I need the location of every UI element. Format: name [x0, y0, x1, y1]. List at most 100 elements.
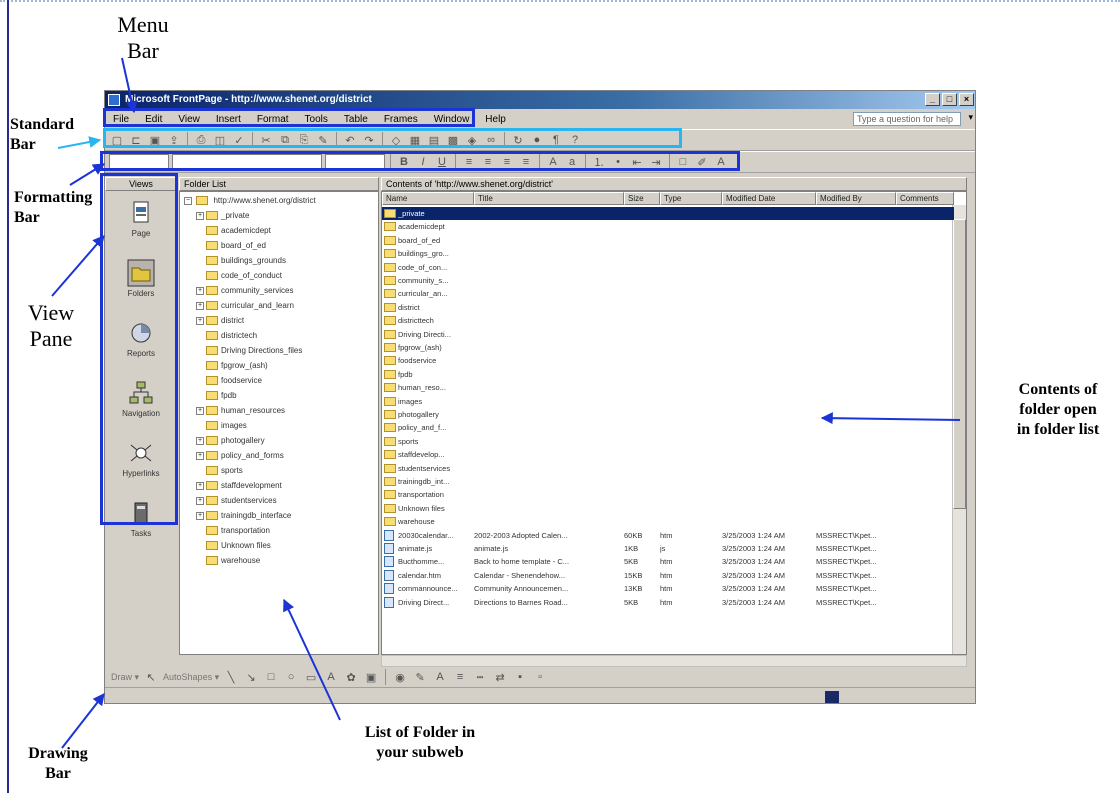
- contents-file-row[interactable]: Driving Direct... Directions to Barnes Ro…: [382, 596, 954, 609]
- folder-tree-item[interactable]: + community_services: [196, 284, 293, 298]
- fill-color-icon[interactable]: ◉: [392, 669, 408, 685]
- contents-file-row[interactable]: calendar.htm Calendar - Shenendehow... 15K…: [382, 569, 954, 582]
- contents-folder-row[interactable]: Unknown files: [382, 502, 954, 515]
- folder-tree-item[interactable]: Driving Directions_files: [196, 344, 302, 358]
- textbox-icon[interactable]: ▭: [303, 669, 319, 685]
- scrollbar-thumb[interactable]: [953, 219, 966, 509]
- expand-icon[interactable]: +: [196, 301, 204, 310]
- ask-question-input[interactable]: Type a question for help: [853, 112, 961, 126]
- contents-folder-row[interactable]: policy_and_f...: [382, 421, 954, 434]
- folder-tree-item[interactable]: + human_resources: [196, 404, 285, 418]
- contents-file-row[interactable]: commannounce... Community Announcemen... 1…: [382, 582, 954, 595]
- contents-vertical-scrollbar[interactable]: [952, 205, 966, 654]
- contents-folder-row[interactable]: photogallery: [382, 408, 954, 421]
- folder-tree-item[interactable]: foodservice: [196, 374, 262, 388]
- contents-folder-row[interactable]: sports: [382, 435, 954, 448]
- column-header-comments[interactable]: Comments: [896, 192, 954, 205]
- contents-folder-row[interactable]: human_reso...: [382, 381, 954, 394]
- folder-tree-item[interactable]: fpgrow_(ash): [196, 359, 268, 373]
- oval-icon[interactable]: ○: [283, 669, 299, 685]
- 3d-icon[interactable]: ▫: [532, 669, 548, 685]
- folder-tree-item[interactable]: sports: [196, 464, 243, 478]
- contents-file-row[interactable]: Bucthomme... Back to home template - C...…: [382, 555, 954, 568]
- folder-tree-item[interactable]: + _private: [196, 209, 249, 223]
- folder-tree-item[interactable]: code_of_conduct: [196, 269, 282, 283]
- folder-tree-item[interactable]: + trainingdb_interface: [196, 509, 291, 523]
- folder-tree-item[interactable]: transportation: [196, 524, 270, 538]
- contents-folder-row[interactable]: transportation: [382, 488, 954, 501]
- expand-icon[interactable]: +: [196, 436, 204, 445]
- folder-tree-item[interactable]: + district: [196, 314, 244, 328]
- folder-tree-item[interactable]: + photogallery: [196, 434, 265, 448]
- expand-icon[interactable]: +: [196, 481, 204, 490]
- arrow-style-icon[interactable]: ⇄: [492, 669, 508, 685]
- expand-icon[interactable]: +: [196, 511, 204, 520]
- contents-folder-row[interactable]: buildings_gro...: [382, 247, 954, 260]
- folder-tree-item[interactable]: + studentservices: [196, 494, 277, 508]
- wordart-icon[interactable]: A: [323, 669, 339, 685]
- contents-file-row[interactable]: 20030calendar... 2002-2003 Adopted Calen.…: [382, 529, 954, 542]
- contents-folder-row[interactable]: images: [382, 395, 954, 408]
- folder-tree-item[interactable]: board_of_ed: [196, 239, 266, 253]
- shadow-icon[interactable]: ▪: [512, 669, 528, 685]
- picture-icon[interactable]: ▣: [363, 669, 379, 685]
- contents-folder-row[interactable]: studentservices: [382, 462, 954, 475]
- contents-folder-row[interactable]: board_of_ed: [382, 234, 954, 247]
- contents-horizontal-scrollbar[interactable]: [381, 655, 967, 667]
- close-button[interactable]: ×: [959, 93, 974, 106]
- contents-folder-row[interactable]: trainingdb_int...: [382, 475, 954, 488]
- line-style-icon[interactable]: ≡: [452, 669, 468, 685]
- folder-tree-item[interactable]: images: [196, 419, 247, 433]
- contents-folder-row[interactable]: community_s...: [382, 274, 954, 287]
- contents-folder-row[interactable]: staffdevelop...: [382, 448, 954, 461]
- autoshapes-menu-button[interactable]: AutoShapes ▾: [163, 672, 219, 683]
- contents-folder-row[interactable]: code_of_con...: [382, 261, 954, 274]
- contents-folder-row[interactable]: districttech: [382, 314, 954, 327]
- column-header-name[interactable]: Name: [382, 192, 474, 205]
- maximize-button[interactable]: □: [942, 93, 957, 106]
- dash-style-icon[interactable]: ┅: [472, 669, 488, 685]
- contents-folder-row[interactable]: warehouse: [382, 515, 954, 528]
- folder-tree-item[interactable]: warehouse: [196, 554, 260, 568]
- contents-folder-row[interactable]: fpgrow_(ash): [382, 341, 954, 354]
- column-header-modified-by[interactable]: Modified By: [816, 192, 896, 205]
- collapse-icon[interactable]: −: [184, 196, 192, 205]
- contents-folder-row[interactable]: fpdb: [382, 368, 954, 381]
- menu-help[interactable]: Help: [483, 113, 508, 126]
- expand-icon[interactable]: +: [196, 451, 204, 460]
- contents-file-row[interactable]: animate.js animate.js 1KB js 3/25/2003 1:24 …: [382, 542, 954, 555]
- line-icon[interactable]: ╲: [223, 669, 239, 685]
- column-header-type[interactable]: Type: [660, 192, 722, 205]
- column-header-modified-date[interactable]: Modified Date: [722, 192, 816, 205]
- folder-tree-item[interactable]: districtech: [196, 329, 257, 343]
- expand-icon[interactable]: +: [196, 316, 204, 325]
- expand-icon[interactable]: +: [196, 286, 204, 295]
- clip-art-icon[interactable]: ✿: [343, 669, 359, 685]
- window-title-bar[interactable]: Microsoft FrontPage - http://www.shenet.…: [105, 91, 975, 109]
- rectangle-icon[interactable]: □: [263, 669, 279, 685]
- draw-menu-button[interactable]: Draw ▾: [111, 672, 139, 683]
- help-dropdown-icon[interactable]: ▾: [968, 112, 973, 123]
- draw-font-color-icon[interactable]: A: [432, 669, 448, 685]
- contents-folder-row[interactable]: Driving Directi...: [382, 328, 954, 341]
- column-header-size[interactable]: Size: [624, 192, 660, 205]
- minimize-button[interactable]: _: [925, 93, 940, 106]
- folder-tree-item[interactable]: + curricular_and_learn: [196, 299, 294, 313]
- folder-tree-item[interactable]: academicdept: [196, 224, 271, 238]
- contents-folder-row[interactable]: _private: [382, 207, 954, 220]
- expand-icon[interactable]: +: [196, 211, 204, 220]
- folder-tree-item[interactable]: Unknown files: [196, 539, 271, 553]
- contents-folder-row[interactable]: district: [382, 301, 954, 314]
- arrow-icon[interactable]: ↘: [243, 669, 259, 685]
- folder-tree-item[interactable]: + staffdevelopment: [196, 479, 282, 493]
- folder-tree-item[interactable]: + policy_and_forms: [196, 449, 284, 463]
- expand-icon[interactable]: +: [196, 496, 204, 505]
- folder-tree-root[interactable]: − http://www.shenet.org/district: [184, 194, 316, 208]
- column-header-title[interactable]: Title: [474, 192, 624, 205]
- folder-tree-item[interactable]: buildings_grounds: [196, 254, 286, 268]
- contents-folder-row[interactable]: curricular_an...: [382, 287, 954, 300]
- contents-folder-row[interactable]: academicdept: [382, 220, 954, 233]
- select-objects-icon[interactable]: ↖: [143, 669, 159, 685]
- line-color-icon[interactable]: ✎: [412, 669, 428, 685]
- expand-icon[interactable]: +: [196, 406, 204, 415]
